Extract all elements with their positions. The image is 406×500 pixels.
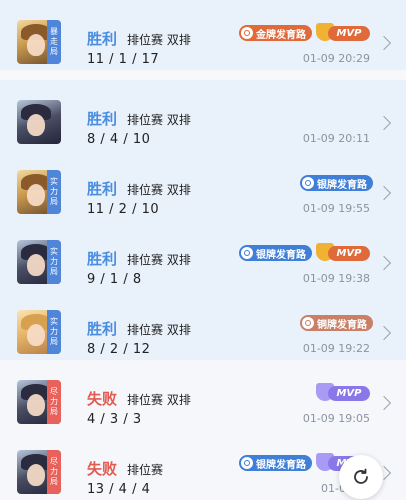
match-result: 胜利 (87, 30, 118, 48)
medal-icon (302, 177, 314, 189)
match-row[interactable]: 尽力局 失败 排位赛 双排 4 / 3 / 3 MVP 01-09 19:05 (0, 360, 406, 430)
lane-badge: 银牌发育路 (239, 455, 312, 471)
lane-badge: 金牌发育路 (239, 25, 312, 41)
match-kda: 8 / 2 / 12 (87, 342, 151, 357)
match-kda: 9 / 1 / 8 (87, 272, 142, 287)
match-time: 01-09 19:55 (302, 202, 370, 215)
match-kda: 4 / 3 / 3 (87, 412, 142, 427)
lane-badge: 银牌发育路 (300, 175, 373, 191)
match-row[interactable]: 实力局 胜利 排位赛 双排 9 / 1 / 8 银牌发育路 MVP 01-09 … (0, 220, 406, 290)
match-time: 01-09 20:11 (302, 132, 370, 145)
mvp-badge: MVP (316, 383, 370, 403)
match-time: 01-09 19:22 (302, 342, 370, 355)
match-mode: 排位赛 双排 (127, 393, 191, 407)
chevron-right-icon[interactable] (376, 115, 392, 131)
refresh-icon (354, 468, 368, 484)
hero-avatar (17, 100, 61, 144)
lane-badge: 铜牌发育路 (300, 315, 373, 331)
match-time: 01-09 19:05 (302, 412, 370, 425)
match-mode: 排位赛 双排 (127, 253, 191, 267)
match-row[interactable]: 胜利 排位赛 双排 8 / 4 / 10 01-09 20:11 (0, 80, 406, 150)
match-tag: 尽力局 (47, 380, 61, 424)
hero-avatar: 实力局 (17, 240, 61, 284)
refresh-button[interactable] (339, 455, 383, 499)
match-result: 失败 (87, 390, 118, 408)
chevron-right-icon[interactable] (376, 185, 392, 201)
match-row[interactable]: 暴走局 胜利 排位赛 双排 11 / 1 / 17 金牌发育路 MVP 01-0… (0, 0, 406, 70)
match-kda: 11 / 2 / 10 (87, 202, 160, 217)
match-tag: 实力局 (47, 310, 61, 354)
hero-avatar: 尽力局 (17, 380, 61, 424)
chevron-right-icon[interactable] (376, 325, 392, 341)
medal-icon (302, 317, 314, 329)
match-tag: 实力局 (47, 240, 61, 284)
hero-avatar: 尽力局 (17, 450, 61, 494)
match-mode: 排位赛 双排 (127, 323, 191, 337)
match-result: 胜利 (87, 320, 118, 338)
match-row[interactable]: 实力局 胜利 排位赛 双排 8 / 2 / 12 铜牌发育路 01-09 19:… (0, 290, 406, 360)
medal-icon (241, 457, 253, 469)
match-row[interactable]: 实力局 胜利 排位赛 双排 11 / 2 / 10 银牌发育路 01-09 19… (0, 150, 406, 220)
match-mode: 排位赛 双排 (127, 183, 191, 197)
mvp-badge: MVP (316, 23, 370, 43)
match-kda: 8 / 4 / 10 (87, 132, 151, 147)
mvp-badge: MVP (316, 243, 370, 263)
hero-avatar: 暴走局 (17, 20, 61, 64)
match-tag: 实力局 (47, 170, 61, 214)
match-kda: 13 / 4 / 4 (87, 482, 151, 497)
match-tag: 暴走局 (47, 20, 61, 64)
medal-icon (241, 247, 253, 259)
match-result: 胜利 (87, 110, 118, 128)
chevron-right-icon[interactable] (376, 35, 392, 51)
match-mode: 排位赛 (127, 463, 164, 477)
match-mode: 排位赛 双排 (127, 113, 191, 127)
match-time: 01-09 20:29 (302, 52, 370, 65)
match-result: 胜利 (87, 180, 118, 198)
match-result: 失败 (87, 460, 118, 478)
hero-avatar: 实力局 (17, 170, 61, 214)
match-result: 胜利 (87, 250, 118, 268)
match-kda: 11 / 1 / 17 (87, 52, 160, 67)
hero-avatar: 实力局 (17, 310, 61, 354)
match-mode: 排位赛 双排 (127, 33, 191, 47)
chevron-right-icon[interactable] (376, 255, 392, 271)
chevron-right-icon[interactable] (376, 395, 392, 411)
lane-badge: 银牌发育路 (239, 245, 312, 261)
medal-icon (241, 27, 253, 39)
match-time: 01-09 19:38 (302, 272, 370, 285)
match-tag: 尽力局 (47, 450, 61, 494)
